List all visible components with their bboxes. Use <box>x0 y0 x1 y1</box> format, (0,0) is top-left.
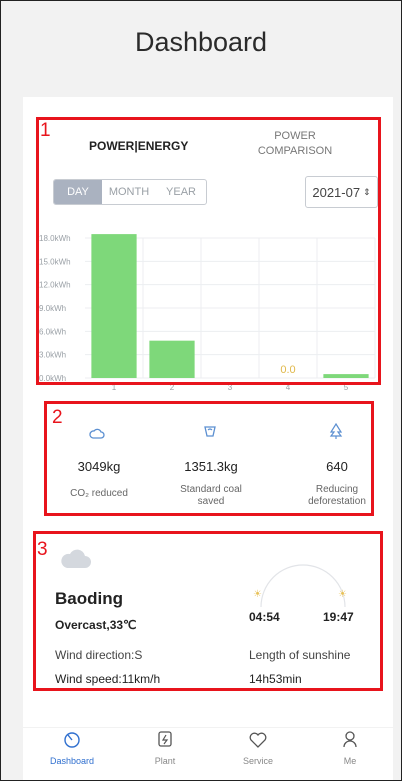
dashboard-icon <box>37 728 107 756</box>
nav-me[interactable]: Me <box>315 728 385 766</box>
phone-frame: Dashboard POWER|ENERGY POWER COMPARISON … <box>0 0 402 781</box>
service-icon <box>223 728 293 756</box>
nav-me-label: Me <box>343 756 357 766</box>
nav-dashboard[interactable]: Dashboard <box>37 728 107 766</box>
bottom-nav: Dashboard Plant Service Me <box>23 728 393 780</box>
annotation-box-1 <box>36 117 381 385</box>
annotation-number-2: 2 <box>52 407 63 428</box>
nav-service[interactable]: Service <box>223 728 293 766</box>
annotation-number-3: 3 <box>37 539 48 560</box>
nav-dashboard-label: Dashboard <box>49 756 95 766</box>
page-title: Dashboard <box>134 27 268 57</box>
annotation-box-2 <box>44 401 374 516</box>
plant-icon <box>130 728 200 756</box>
header: Dashboard <box>1 1 401 96</box>
annotation-box-3 <box>33 531 383 691</box>
me-icon <box>315 728 385 756</box>
nav-plant-label: Plant <box>154 756 176 766</box>
annotation-number-1: 1 <box>40 120 51 141</box>
nav-plant[interactable]: Plant <box>130 728 200 766</box>
nav-service-label: Service <box>242 756 273 766</box>
